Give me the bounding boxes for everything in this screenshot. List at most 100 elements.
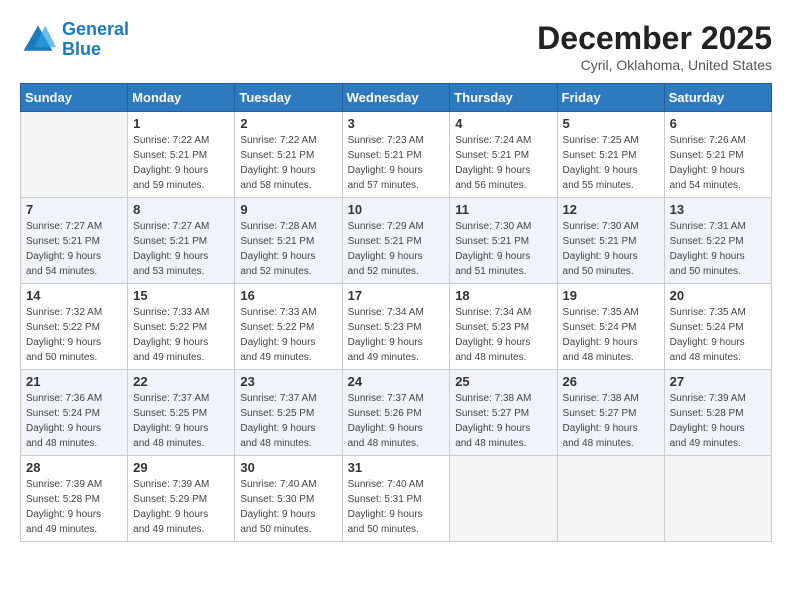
calendar-cell: 30Sunrise: 7:40 AM Sunset: 5:30 PM Dayli… [235, 456, 342, 542]
calendar-cell: 10 Sunrise: 7:29 AM Sunset: 5:21 PM Dayli… [342, 198, 450, 284]
weekday-header: Tuesday [235, 84, 342, 112]
day-number: 14 [26, 288, 122, 303]
calendar-week-row: 28 Sunrise: 7:39 AM Sunset: 5:28 PM Dayli… [21, 456, 772, 542]
day-number: 20 [670, 288, 766, 303]
calendar-cell: 22Sunrise: 7:37 AM Sunset: 5:25 PM Dayli… [128, 370, 235, 456]
day-number: 15 [133, 288, 229, 303]
weekday-header: Saturday [664, 84, 771, 112]
cell-info: Sunrise: 7:36 AM Sunset: 5:24 PM Dayligh… [26, 391, 122, 451]
cell-info: Sunrise: 7:37 AM Sunset: 5:25 PM Dayligh… [133, 391, 229, 451]
cell-info: Sunrise: 7:38 AM Sunset: 5:27 PM Dayligh… [455, 391, 551, 451]
cell-info: Sunrise: 7:22 AM Sunset: 5:21 PM Dayligh… [133, 133, 229, 193]
calendar-cell: 17Sunrise: 7:34 AM Sunset: 5:23 PM Dayli… [342, 284, 450, 370]
cell-info: Sunrise: 7:23 AM Sunset: 5:21 PM Dayligh… [348, 133, 445, 193]
cell-info: Sunrise: 7:37 AM Sunset: 5:25 PM Dayligh… [240, 391, 336, 451]
logo: General Blue [20, 20, 129, 60]
day-number: 11 [455, 202, 551, 217]
day-number: 10 [348, 202, 445, 217]
calendar-cell: 20 Sunrise: 7:35 AM Sunset: 5:24 PM Dayli… [664, 284, 771, 370]
calendar-cell: 3 Sunrise: 7:23 AM Sunset: 5:21 PM Daylig… [342, 112, 450, 198]
cell-info: Sunrise: 7:24 AM Sunset: 5:21 PM Dayligh… [455, 133, 551, 193]
calendar-cell [21, 112, 128, 198]
cell-info: Sunrise: 7:30 AM Sunset: 5:21 PM Dayligh… [455, 219, 551, 279]
calendar-week-row: 21 Sunrise: 7:36 AM Sunset: 5:24 PM Dayli… [21, 370, 772, 456]
day-number: 24 [348, 374, 445, 389]
cell-info: Sunrise: 7:35 AM Sunset: 5:24 PM Dayligh… [563, 305, 659, 365]
calendar-cell: 25 Sunrise: 7:38 AM Sunset: 5:27 PM Dayli… [450, 370, 557, 456]
cell-info: Sunrise: 7:25 AM Sunset: 5:21 PM Dayligh… [563, 133, 659, 193]
day-number: 23 [240, 374, 336, 389]
day-number: 30 [240, 460, 336, 475]
day-number: 29 [133, 460, 229, 475]
weekday-header: Wednesday [342, 84, 450, 112]
calendar-cell: 8Sunrise: 7:27 AM Sunset: 5:21 PM Daylig… [128, 198, 235, 284]
calendar-cell: 2 Sunrise: 7:22 AM Sunset: 5:21 PM Daylig… [235, 112, 342, 198]
day-number: 26 [563, 374, 659, 389]
calendar-week-row: 1 Sunrise: 7:22 AM Sunset: 5:21 PM Daylig… [21, 112, 772, 198]
calendar-cell: 23 Sunrise: 7:37 AM Sunset: 5:25 PM Dayli… [235, 370, 342, 456]
calendar-cell: 19Sunrise: 7:35 AM Sunset: 5:24 PM Dayli… [557, 284, 664, 370]
day-number: 21 [26, 374, 122, 389]
calendar-cell: 18 Sunrise: 7:34 AM Sunset: 5:23 PM Dayli… [450, 284, 557, 370]
cell-info: Sunrise: 7:28 AM Sunset: 5:21 PM Dayligh… [240, 219, 336, 279]
weekday-header: Friday [557, 84, 664, 112]
cell-info: Sunrise: 7:27 AM Sunset: 5:21 PM Dayligh… [26, 219, 122, 279]
title-area: December 2025 Cyril, Oklahoma, United St… [537, 20, 772, 73]
day-number: 9 [240, 202, 336, 217]
day-number: 4 [455, 116, 551, 131]
header: General Blue December 2025 Cyril, Oklaho… [20, 20, 772, 73]
cell-info: Sunrise: 7:38 AM Sunset: 5:27 PM Dayligh… [563, 391, 659, 451]
cell-info: Sunrise: 7:40 AM Sunset: 5:31 PM Dayligh… [348, 477, 445, 537]
calendar-cell: 7Sunrise: 7:27 AM Sunset: 5:21 PM Daylig… [21, 198, 128, 284]
calendar-cell: 21 Sunrise: 7:36 AM Sunset: 5:24 PM Dayli… [21, 370, 128, 456]
day-number: 31 [348, 460, 445, 475]
day-number: 27 [670, 374, 766, 389]
calendar-cell: 11 Sunrise: 7:30 AM Sunset: 5:21 PM Dayli… [450, 198, 557, 284]
calendar-cell: 26 Sunrise: 7:38 AM Sunset: 5:27 PM Dayli… [557, 370, 664, 456]
day-number: 6 [670, 116, 766, 131]
calendar-cell: 27 Sunrise: 7:39 AM Sunset: 5:28 PM Dayli… [664, 370, 771, 456]
logo-icon [20, 22, 56, 58]
cell-info: Sunrise: 7:39 AM Sunset: 5:28 PM Dayligh… [670, 391, 766, 451]
calendar-cell: 24 Sunrise: 7:37 AM Sunset: 5:26 PM Dayli… [342, 370, 450, 456]
calendar-cell: 15 Sunrise: 7:33 AM Sunset: 5:22 PM Dayli… [128, 284, 235, 370]
cell-info: Sunrise: 7:29 AM Sunset: 5:21 PM Dayligh… [348, 219, 445, 279]
calendar-cell [450, 456, 557, 542]
logo-text: General Blue [62, 20, 129, 60]
page-subtitle: Cyril, Oklahoma, United States [537, 57, 772, 73]
calendar-cell: 29 Sunrise: 7:39 AM Sunset: 5:29 PM Dayli… [128, 456, 235, 542]
cell-info: Sunrise: 7:34 AM Sunset: 5:23 PM Dayligh… [348, 305, 445, 365]
day-number: 13 [670, 202, 766, 217]
cell-info: Sunrise: 7:39 AM Sunset: 5:29 PM Dayligh… [133, 477, 229, 537]
calendar-cell: 31 Sunrise: 7:40 AM Sunset: 5:31 PM Dayli… [342, 456, 450, 542]
calendar-week-row: 7Sunrise: 7:27 AM Sunset: 5:21 PM Daylig… [21, 198, 772, 284]
day-number: 28 [26, 460, 122, 475]
cell-info: Sunrise: 7:33 AM Sunset: 5:22 PM Dayligh… [133, 305, 229, 365]
calendar-cell: 14Sunrise: 7:32 AM Sunset: 5:22 PM Dayli… [21, 284, 128, 370]
cell-info: Sunrise: 7:26 AM Sunset: 5:21 PM Dayligh… [670, 133, 766, 193]
calendar-cell [664, 456, 771, 542]
cell-info: Sunrise: 7:22 AM Sunset: 5:21 PM Dayligh… [240, 133, 336, 193]
calendar-cell: 9 Sunrise: 7:28 AM Sunset: 5:21 PM Daylig… [235, 198, 342, 284]
cell-info: Sunrise: 7:33 AM Sunset: 5:22 PM Dayligh… [240, 305, 336, 365]
cell-info: Sunrise: 7:35 AM Sunset: 5:24 PM Dayligh… [670, 305, 766, 365]
day-number: 3 [348, 116, 445, 131]
calendar-table: SundayMondayTuesdayWednesdayThursdayFrid… [20, 83, 772, 542]
calendar-header-row: SundayMondayTuesdayWednesdayThursdayFrid… [21, 84, 772, 112]
cell-info: Sunrise: 7:34 AM Sunset: 5:23 PM Dayligh… [455, 305, 551, 365]
cell-info: Sunrise: 7:37 AM Sunset: 5:26 PM Dayligh… [348, 391, 445, 451]
day-number: 1 [133, 116, 229, 131]
day-number: 2 [240, 116, 336, 131]
calendar-cell: 12Sunrise: 7:30 AM Sunset: 5:21 PM Dayli… [557, 198, 664, 284]
day-number: 5 [563, 116, 659, 131]
cell-info: Sunrise: 7:39 AM Sunset: 5:28 PM Dayligh… [26, 477, 122, 537]
day-number: 18 [455, 288, 551, 303]
calendar-cell: 28 Sunrise: 7:39 AM Sunset: 5:28 PM Dayli… [21, 456, 128, 542]
calendar-cell: 5 Sunrise: 7:25 AM Sunset: 5:21 PM Daylig… [557, 112, 664, 198]
day-number: 25 [455, 374, 551, 389]
day-number: 8 [133, 202, 229, 217]
day-number: 12 [563, 202, 659, 217]
calendar-cell: 16Sunrise: 7:33 AM Sunset: 5:22 PM Dayli… [235, 284, 342, 370]
cell-info: Sunrise: 7:31 AM Sunset: 5:22 PM Dayligh… [670, 219, 766, 279]
weekday-header: Thursday [450, 84, 557, 112]
